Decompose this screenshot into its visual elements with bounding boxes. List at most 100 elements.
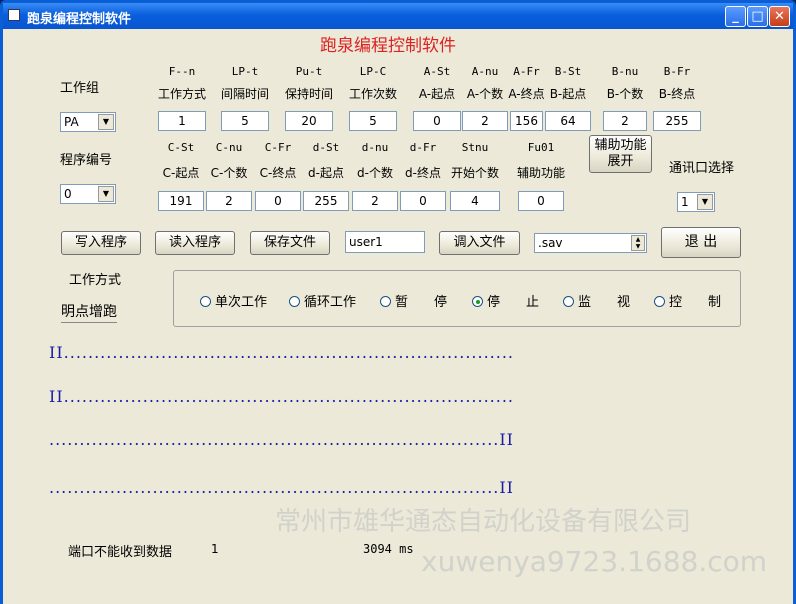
row2-code-label: d-St	[312, 141, 340, 154]
aux-expand-line1: 辅助功能	[594, 138, 647, 153]
status-time: 3094 ms	[363, 542, 414, 556]
radio-single-label: 单次工作	[215, 295, 268, 310]
comm-select-value: 1	[681, 195, 689, 209]
filename-input[interactable]: user1	[345, 231, 425, 253]
row2-code-label: d-nu	[361, 141, 389, 154]
row2-value-input[interactable]: 255	[303, 191, 349, 211]
row1-name-label: B-个数	[606, 87, 644, 101]
row1-code-label: B-Fr	[663, 65, 691, 78]
row1-name-label: B-起点	[549, 87, 587, 101]
row2-code-label: Stnu	[461, 141, 489, 154]
radio-single[interactable]: 单次工作	[200, 291, 267, 310]
row1-code-label: LP-C	[359, 65, 387, 78]
status-line-4: ........................................…	[49, 478, 514, 497]
row1-value-input[interactable]: 1	[158, 111, 206, 131]
watermark-company: 常州市雄华通态自动化设备有限公司	[275, 507, 692, 537]
row1-code-label: A-St	[423, 65, 451, 78]
maximize-button[interactable]: □	[747, 6, 768, 27]
row2-value-input[interactable]: 2	[352, 191, 398, 211]
aux-expand-line2: 展开	[607, 154, 634, 169]
mode-frame: 单次工作 循环工作 暂 停 停 止 监 视 控 制	[173, 270, 741, 327]
read-program-button[interactable]: 读入程序	[155, 231, 235, 255]
chevron-down-icon[interactable]: ▼	[98, 186, 114, 202]
current-mode-display: 明点增跑	[61, 301, 117, 323]
write-program-button[interactable]: 写入程序	[61, 231, 141, 255]
watermark-url: xuwenya9723.1688.com	[421, 545, 768, 578]
close-button[interactable]: ✕	[769, 6, 790, 27]
radio-dot-selected	[472, 296, 483, 307]
row2-value-input[interactable]: 0	[518, 191, 564, 211]
radio-stop[interactable]: 停 止	[472, 291, 539, 310]
row1-value-input[interactable]: 2	[462, 111, 508, 131]
row1-value-input[interactable]: 5	[221, 111, 269, 131]
file-ext-value: .sav	[538, 236, 563, 250]
work-mode-label: 工作方式	[69, 273, 122, 288]
row1-code-label: F--n	[168, 65, 196, 78]
minimize-button[interactable]: _	[725, 6, 746, 27]
program-select[interactable]: 0 ▼	[60, 184, 116, 204]
row2-name-label: d-个数	[357, 166, 393, 180]
row1-value-input[interactable]: 5	[349, 111, 397, 131]
row1-value-input[interactable]: 64	[545, 111, 591, 131]
exit-button[interactable]: 退 出	[661, 227, 741, 258]
load-file-button[interactable]: 调入文件	[439, 231, 520, 255]
status-count: 1	[211, 542, 219, 556]
row2-value-input[interactable]: 0	[255, 191, 301, 211]
row1-code-label: B-nu	[611, 65, 639, 78]
radio-stop-label: 停 止	[487, 295, 540, 310]
status-line-2: II......................................…	[49, 387, 514, 406]
spinner-arrows-icon[interactable]: ▲ ▼	[631, 235, 645, 251]
radio-control[interactable]: 控 制	[654, 291, 721, 310]
title-bar[interactable]: 跑泉编程控制软件 _ □ ✕	[3, 3, 793, 29]
row2-code-label: C-Fr	[264, 141, 292, 154]
row2-value-input[interactable]: 2	[206, 191, 252, 211]
radio-loop[interactable]: 循环工作	[289, 291, 356, 310]
row1-name-label: 间隔时间	[220, 87, 269, 101]
radio-monitor-label: 监 视	[578, 295, 631, 310]
row1-code-label: B-St	[554, 65, 582, 78]
save-file-button[interactable]: 保存文件	[250, 231, 330, 255]
main-window: 跑泉编程控制软件 _ □ ✕ 跑泉编程控制软件 工作组 PA ▼ 程序编号 0 …	[0, 0, 796, 604]
row1-name-label: 保持时间	[284, 87, 333, 101]
group-select[interactable]: PA ▼	[60, 112, 116, 132]
row1-name-label: A-起点	[418, 87, 456, 101]
chevron-down-icon[interactable]: ▼	[697, 194, 713, 210]
row1-value-input[interactable]: 156	[510, 111, 543, 131]
radio-monitor[interactable]: 监 视	[563, 291, 630, 310]
radio-dot	[289, 296, 300, 307]
radio-dot	[654, 296, 665, 307]
aux-expand-button[interactable]: 辅助功能 展开	[589, 135, 652, 173]
row2-value-input[interactable]: 0	[400, 191, 446, 211]
comm-select[interactable]: 1 ▼	[677, 192, 715, 212]
row1-value-input[interactable]: 255	[653, 111, 701, 131]
window-title: 跑泉编程控制软件	[27, 12, 132, 27]
row1-value-input[interactable]: 2	[603, 111, 647, 131]
row1-name-label: B-终点	[658, 87, 696, 101]
radio-pause[interactable]: 暂 停	[380, 291, 447, 310]
row1-code-label: LP-t	[231, 65, 259, 78]
comm-label: 通讯口选择	[669, 161, 735, 176]
app-header: 跑泉编程控制软件	[320, 36, 456, 56]
row1-value-input[interactable]: 20	[285, 111, 333, 131]
row2-name-label: C-起点	[162, 166, 200, 180]
row1-value-input[interactable]: 0	[413, 111, 461, 131]
chevron-down-icon[interactable]: ▼	[98, 114, 114, 130]
row2-name-label: C-个数	[210, 166, 248, 180]
row2-code-label: d-Fr	[409, 141, 437, 154]
radio-dot	[200, 296, 211, 307]
row2-value-input[interactable]: 191	[158, 191, 204, 211]
row1-name-label: 工作方式	[157, 87, 206, 101]
file-ext-spinner[interactable]: .sav ▲ ▼	[534, 233, 647, 253]
client-area: 跑泉编程控制软件 工作组 PA ▼ 程序编号 0 ▼ F--n 工作方式 1 LP-t…	[3, 29, 793, 604]
app-icon	[8, 9, 20, 21]
radio-pause-label: 暂 停	[395, 295, 448, 310]
row1-name-label: 工作次数	[348, 87, 397, 101]
program-select-value: 0	[64, 187, 72, 201]
row2-name-label: 开始个数	[450, 166, 499, 180]
radio-dot	[563, 296, 574, 307]
status-line-1: II......................................…	[49, 343, 514, 362]
radio-loop-label: 循环工作	[304, 295, 357, 310]
program-label: 程序编号	[60, 153, 113, 168]
radio-dot	[380, 296, 391, 307]
row2-value-input[interactable]: 4	[450, 191, 500, 211]
